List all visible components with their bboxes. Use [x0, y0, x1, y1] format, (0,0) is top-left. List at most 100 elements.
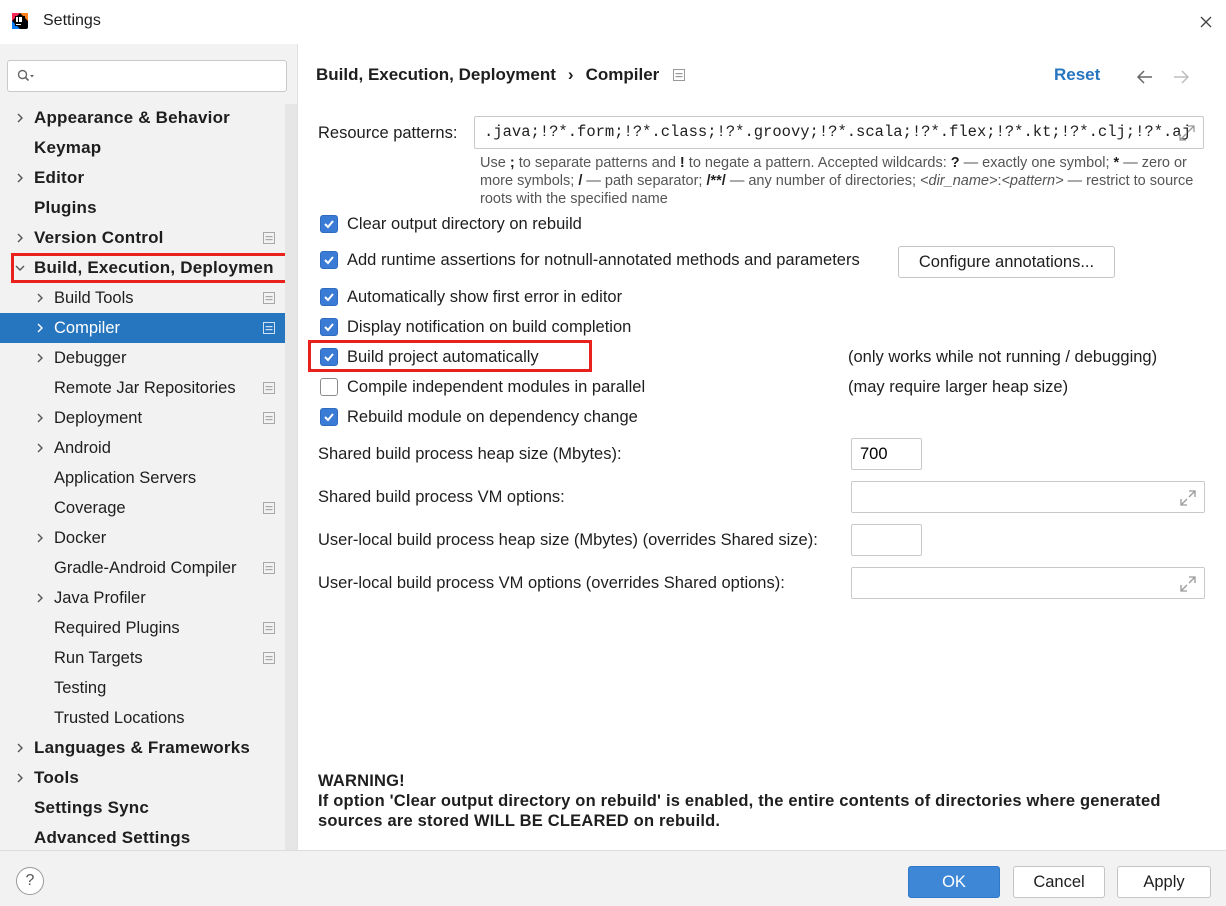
cancel-button[interactable]: Cancel — [1013, 866, 1105, 898]
sidebar-item-settings-sync[interactable]: Settings Sync — [0, 793, 285, 823]
sidebar-item-label: Editor — [34, 168, 85, 187]
checkbox-checked[interactable] — [320, 215, 338, 233]
sidebar-item-coverage[interactable]: Coverage — [0, 493, 285, 523]
local-vm-options-field[interactable] — [851, 567, 1205, 599]
resource-patterns-field[interactable]: .java;!?*.form;!?*.class;!?*.groovy;!?*.… — [474, 116, 1204, 149]
sidebar-scrollbar[interactable] — [285, 104, 297, 850]
project-level-icon — [263, 292, 275, 304]
checkbox-checked[interactable] — [320, 318, 338, 336]
sidebar-item-plugins[interactable]: Plugins — [0, 193, 285, 223]
sidebar-item-appearance-and-behavior[interactable]: Appearance & Behavior — [0, 103, 285, 133]
sidebar-item-label: Deployment — [54, 408, 143, 427]
chevron-right-icon[interactable] — [15, 233, 25, 243]
sidebar-item-label: Advanced Settings — [34, 828, 191, 847]
sidebar-item-label: Trusted Locations — [54, 708, 185, 727]
option-compile-independent-modules-in-parallel[interactable]: Compile independent modules in parallel — [320, 375, 645, 399]
chevron-right-icon[interactable] — [35, 293, 45, 303]
sidebar-item-label: Run Targets — [54, 648, 143, 667]
sidebar-item-gradle-android-compiler[interactable]: Gradle-Android Compiler — [0, 553, 285, 583]
sidebar-item-label: Build, Execution, Deploymen — [34, 258, 274, 277]
chevron-right-icon[interactable] — [15, 173, 25, 183]
vm-options-field[interactable] — [851, 481, 1205, 513]
back-arrow-icon[interactable] — [1136, 69, 1154, 85]
expand-field-icon[interactable] — [1178, 124, 1196, 142]
checkbox-checked[interactable] — [320, 288, 338, 306]
chevron-right-icon[interactable] — [35, 353, 45, 363]
ok-button[interactable]: OK — [908, 866, 1000, 898]
sidebar-item-label: Application Servers — [54, 468, 197, 487]
sidebar-item-java-profiler[interactable]: Java Profiler — [0, 583, 285, 613]
sidebar-item-remote-jar-repositories[interactable]: Remote Jar Repositories — [0, 373, 285, 403]
option-automatically-show-first-error-in-editor[interactable]: Automatically show first error in editor — [320, 285, 622, 309]
checkbox-checked[interactable] — [320, 408, 338, 426]
heap-size-label: Shared build process heap size (Mbytes): — [318, 445, 622, 463]
sidebar-item-debugger[interactable]: Debugger — [0, 343, 285, 373]
sidebar-item-application-servers[interactable]: Application Servers — [0, 463, 285, 493]
chevron-right-icon[interactable] — [15, 113, 25, 123]
option-rebuild-module-on-dependency-change[interactable]: Rebuild module on dependency change — [320, 405, 638, 429]
sidebar-item-required-plugins[interactable]: Required Plugins — [0, 613, 285, 643]
checkbox-checked[interactable] — [320, 251, 338, 269]
chevron-right-icon[interactable] — [15, 743, 25, 753]
sidebar-item-label: Appearance & Behavior — [34, 108, 230, 127]
help-button[interactable]: ? — [16, 867, 44, 895]
search-input[interactable] — [40, 65, 280, 87]
sidebar-item-docker[interactable]: Docker — [0, 523, 285, 553]
sidebar-item-build-execution-deploymen[interactable]: Build, Execution, Deploymen — [11, 253, 294, 283]
parallel-compile-note: (may require larger heap size) — [848, 378, 1069, 396]
configure-annotations-button[interactable]: Configure annotations... — [898, 246, 1115, 278]
sidebar-item-advanced-settings[interactable]: Advanced Settings — [0, 823, 285, 853]
option-clear-output-directory-on-rebuild[interactable]: Clear output directory on rebuild — [320, 212, 582, 236]
sidebar-item-trusted-locations[interactable]: Trusted Locations — [0, 703, 285, 733]
sidebar-item-label: Build Tools — [54, 288, 134, 307]
apply-button[interactable]: Apply — [1117, 866, 1211, 898]
chevron-right-icon[interactable] — [35, 533, 45, 543]
chevron-right-icon[interactable] — [35, 443, 45, 453]
build-automatically-highlight — [308, 340, 592, 372]
option-display-notification-on-build-completion[interactable]: Display notification on build completion — [320, 315, 631, 339]
sidebar-item-version-control[interactable]: Version Control — [0, 223, 285, 253]
sidebar-item-keymap[interactable]: Keymap — [0, 133, 285, 163]
close-icon[interactable] — [1196, 12, 1216, 32]
option-add-runtime-assertions-for-notnull-annotated-methods-and-parameters[interactable]: Add runtime assertions for notnull-annot… — [320, 248, 860, 272]
sidebar-item-testing[interactable]: Testing — [0, 673, 285, 703]
project-level-icon — [263, 382, 275, 394]
option-label: Compile independent modules in parallel — [347, 377, 646, 396]
chevron-right-icon[interactable] — [35, 323, 45, 333]
expand-field-icon[interactable] — [1179, 489, 1197, 507]
reset-link[interactable]: Reset — [1054, 65, 1100, 85]
project-level-icon — [263, 412, 275, 424]
option-label: Rebuild module on dependency change — [347, 407, 638, 426]
breadcrumb: Build, Execution, Deployment › Compiler — [316, 65, 686, 85]
breadcrumb-build-execution-deployment[interactable]: Build, Execution, Deployment — [316, 65, 556, 85]
settings-sidebar: Appearance & Behavior Keymap Editor Plugins… — [0, 44, 298, 850]
sidebar-item-label: Android — [54, 438, 111, 457]
heap-size-input[interactable] — [851, 438, 922, 470]
sidebar-item-deployment[interactable]: Deployment — [0, 403, 285, 433]
project-level-icon — [263, 562, 275, 574]
sidebar-item-compiler[interactable]: Compiler — [0, 313, 297, 343]
option-label: Automatically show first error in editor — [347, 287, 623, 306]
search-box[interactable] — [7, 60, 287, 92]
warning-message: WARNING! If option 'Clear output directo… — [318, 771, 1198, 831]
local-heap-size-input[interactable] — [851, 524, 922, 556]
chevron-down-icon[interactable] — [15, 263, 25, 273]
sidebar-item-languages-and-frameworks[interactable]: Languages & Frameworks — [0, 733, 285, 763]
sidebar-item-editor[interactable]: Editor — [0, 163, 285, 193]
checkbox-unchecked[interactable] — [320, 378, 338, 396]
sidebar-item-label: Remote Jar Repositories — [54, 378, 236, 397]
dialog-footer: ? OK Cancel Apply — [0, 850, 1226, 906]
sidebar-item-run-targets[interactable]: Run Targets — [0, 643, 285, 673]
intellij-app-icon — [12, 13, 28, 29]
chevron-right-icon[interactable] — [35, 413, 45, 423]
sidebar-item-label: Settings Sync — [34, 798, 150, 817]
chevron-right-icon[interactable] — [15, 773, 25, 783]
sidebar-item-android[interactable]: Android — [0, 433, 285, 463]
sidebar-item-tools[interactable]: Tools — [0, 763, 285, 793]
forward-arrow-icon[interactable] — [1172, 69, 1190, 85]
expand-field-icon[interactable] — [1179, 575, 1197, 593]
project-level-icon — [263, 322, 275, 334]
warning-title: WARNING! — [318, 772, 405, 790]
sidebar-item-build-tools[interactable]: Build Tools — [0, 283, 285, 313]
chevron-right-icon[interactable] — [35, 593, 45, 603]
